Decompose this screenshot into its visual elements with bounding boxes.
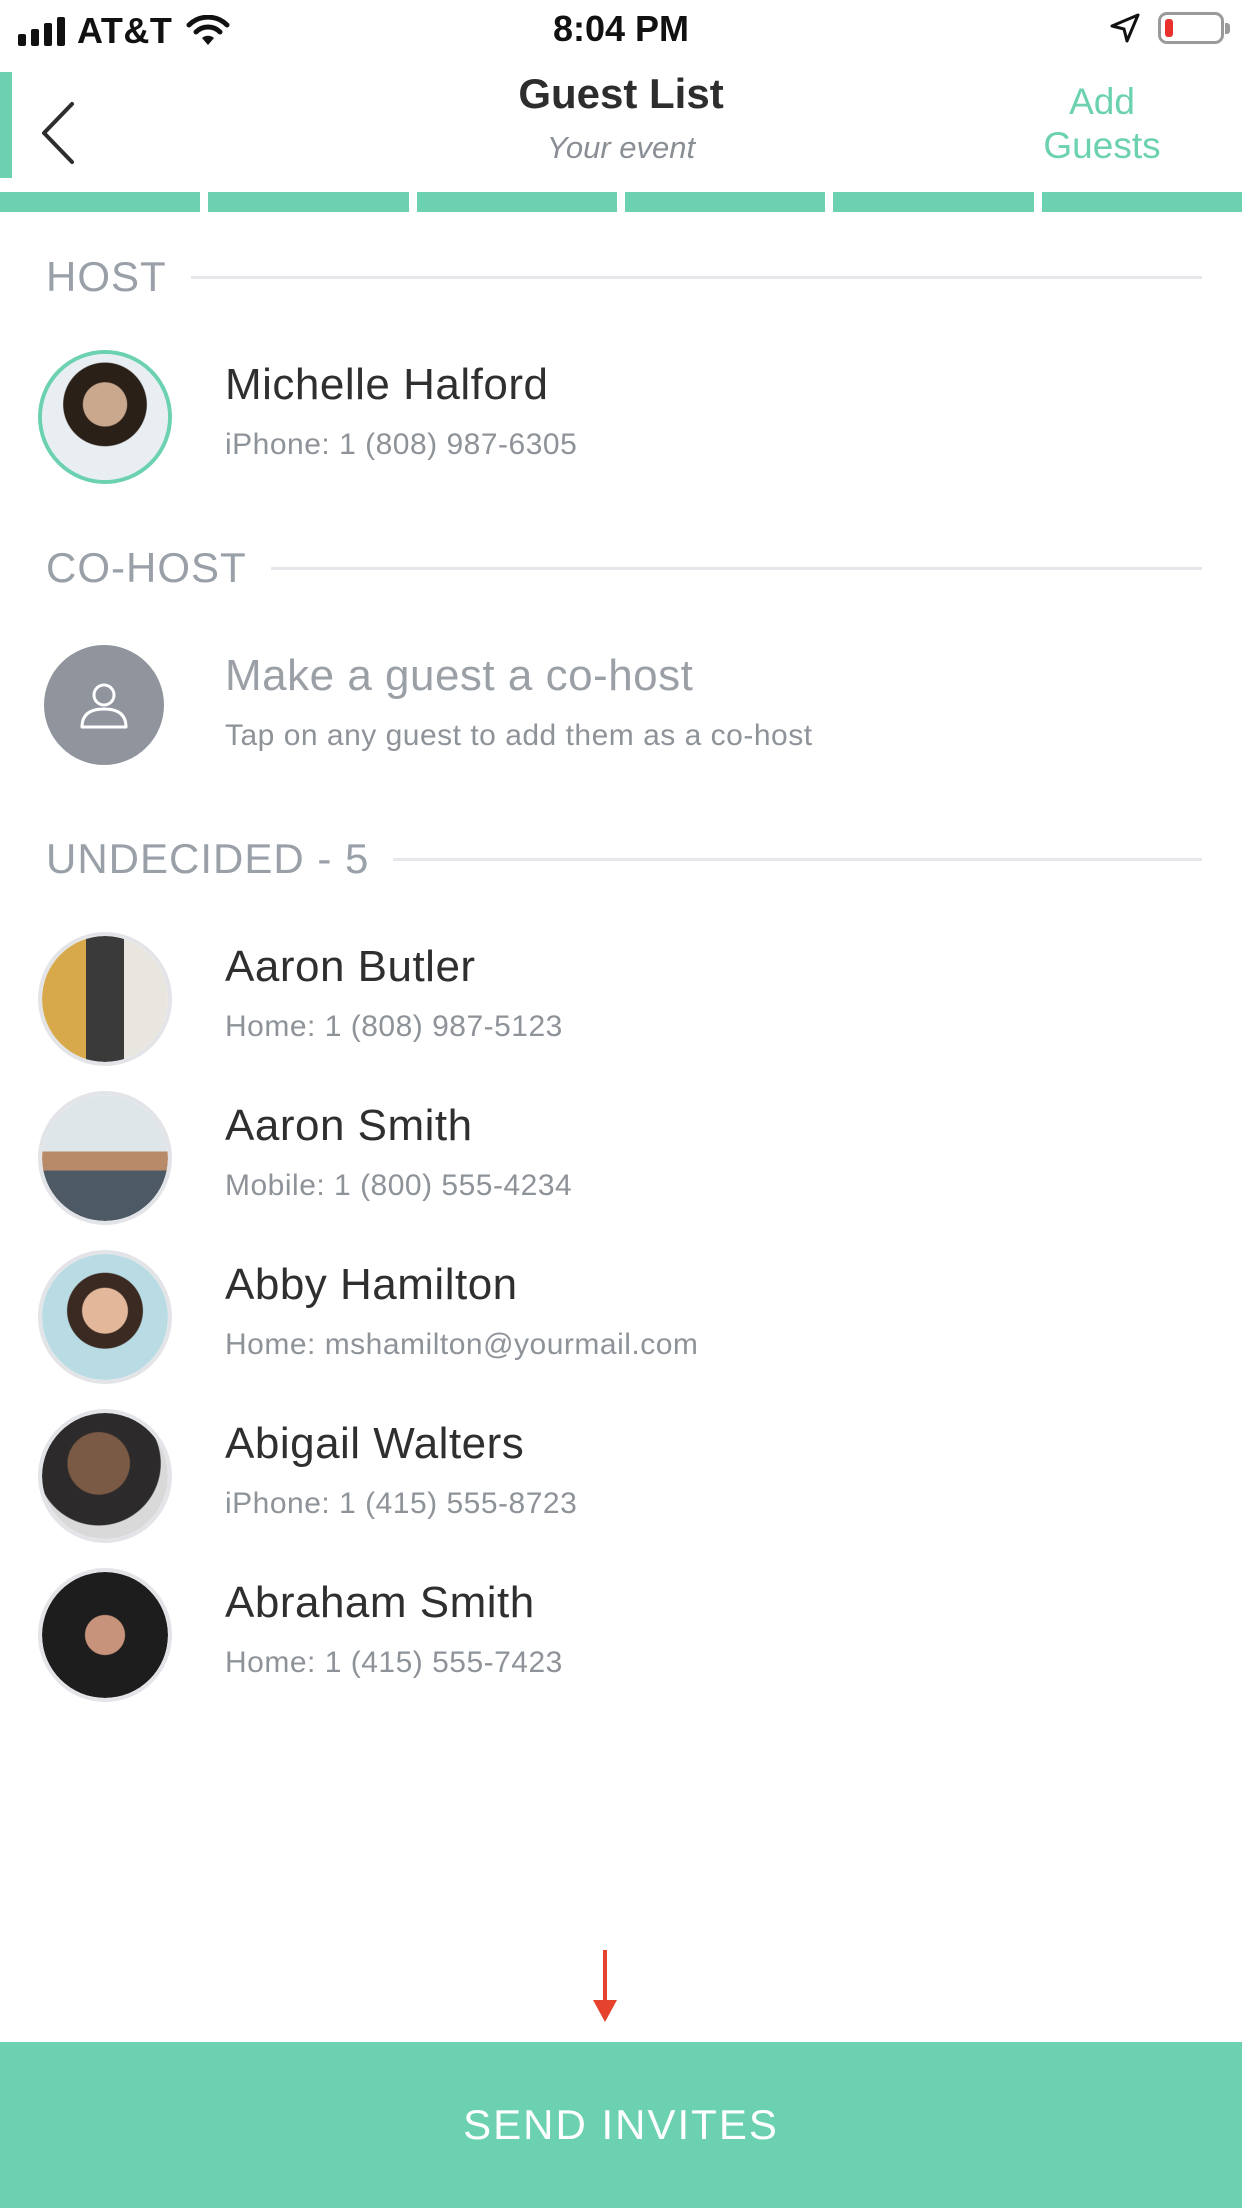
section-header-host: HOST <box>46 252 1202 302</box>
progress-segment <box>833 192 1034 212</box>
guest-contact: Home: mshamilton@yourmail.com <box>225 1328 699 1361</box>
send-invites-button[interactable]: SEND INVITES <box>0 2042 1242 2208</box>
avatar <box>38 932 172 1066</box>
avatar <box>38 1250 172 1384</box>
arrow-down-icon <box>593 1950 617 2022</box>
section-header-cohost: CO-HOST <box>46 543 1202 593</box>
progress-segment <box>624 192 826 212</box>
guest-name: Aaron Butler <box>225 942 476 991</box>
battery-level <box>1165 19 1173 37</box>
guest-contact: Home: 1 (808) 987-5123 <box>225 1010 563 1043</box>
avatar <box>38 1091 172 1225</box>
cohost-title: Make a guest a co-host <box>225 651 694 700</box>
section-divider <box>393 857 1202 861</box>
section-divider <box>270 566 1202 570</box>
add-guests-label-line1: Add <box>1069 81 1135 122</box>
progress-segment <box>208 192 409 212</box>
status-right <box>1110 12 1230 44</box>
avatar <box>38 1568 172 1702</box>
guest-name: Michelle Halford <box>225 360 549 409</box>
nav-bar: Guest List Your event Add Guests <box>0 58 1242 208</box>
avatar-placeholder <box>44 645 164 765</box>
guest-contact: iPhone: 1 (415) 555-8723 <box>225 1487 578 1520</box>
section-divider <box>190 275 1202 279</box>
add-guests-button[interactable]: Add Guests <box>1012 80 1192 168</box>
guest-list-screen: AT&T 8:04 PM Guest List Your event Add G… <box>0 0 1242 2208</box>
add-guests-label-line2: Guests <box>1043 125 1161 166</box>
status-time: 8:04 PM <box>552 8 690 49</box>
guest-contact: iPhone: 1 (808) 987-6305 <box>225 428 578 461</box>
host-row[interactable]: Michelle Halford iPhone: 1 (808) 987-630… <box>0 340 1242 490</box>
cohost-placeholder-row[interactable]: Make a guest a co-host Tap on any guest … <box>0 631 1242 781</box>
progress-segment <box>416 192 617 212</box>
avatar <box>38 1409 172 1543</box>
progress-segment <box>0 192 201 212</box>
guest-name: Abby Hamilton <box>225 1260 518 1309</box>
guest-row[interactable]: Aaron Butler Home: 1 (808) 987-5123 <box>0 922 1242 1072</box>
guest-name: Abigail Walters <box>225 1419 525 1468</box>
guest-name: Abraham Smith <box>225 1578 535 1627</box>
progress-bar <box>0 192 1242 212</box>
section-title: CO-HOST <box>46 544 247 591</box>
guest-row[interactable]: Abby Hamilton Home: mshamilton@yourmail.… <box>0 1240 1242 1390</box>
section-title: UNDECIDED - 5 <box>46 835 370 882</box>
battery-icon <box>1158 12 1230 44</box>
guest-row[interactable]: Aaron Smith Mobile: 1 (800) 555-4234 <box>0 1081 1242 1231</box>
location-arrow-icon <box>1110 13 1140 43</box>
guest-contact: Mobile: 1 (800) 555-4234 <box>225 1169 573 1202</box>
cohost-hint: Tap on any guest to add them as a co-hos… <box>225 719 813 752</box>
guest-name: Aaron Smith <box>225 1101 473 1150</box>
section-header-undecided: UNDECIDED - 5 <box>46 834 1202 884</box>
section-title: HOST <box>46 253 167 300</box>
avatar <box>38 350 172 484</box>
person-icon <box>80 683 128 729</box>
progress-segment <box>1041 192 1242 212</box>
status-bar: AT&T 8:04 PM <box>0 0 1242 58</box>
guest-contact: Home: 1 (415) 555-7423 <box>225 1646 563 1679</box>
guest-row[interactable]: Abraham Smith Home: 1 (415) 555-7423 <box>0 1558 1242 1708</box>
send-invites-label: SEND INVITES <box>463 2101 779 2148</box>
guest-row[interactable]: Abigail Walters iPhone: 1 (415) 555-8723 <box>0 1399 1242 1549</box>
